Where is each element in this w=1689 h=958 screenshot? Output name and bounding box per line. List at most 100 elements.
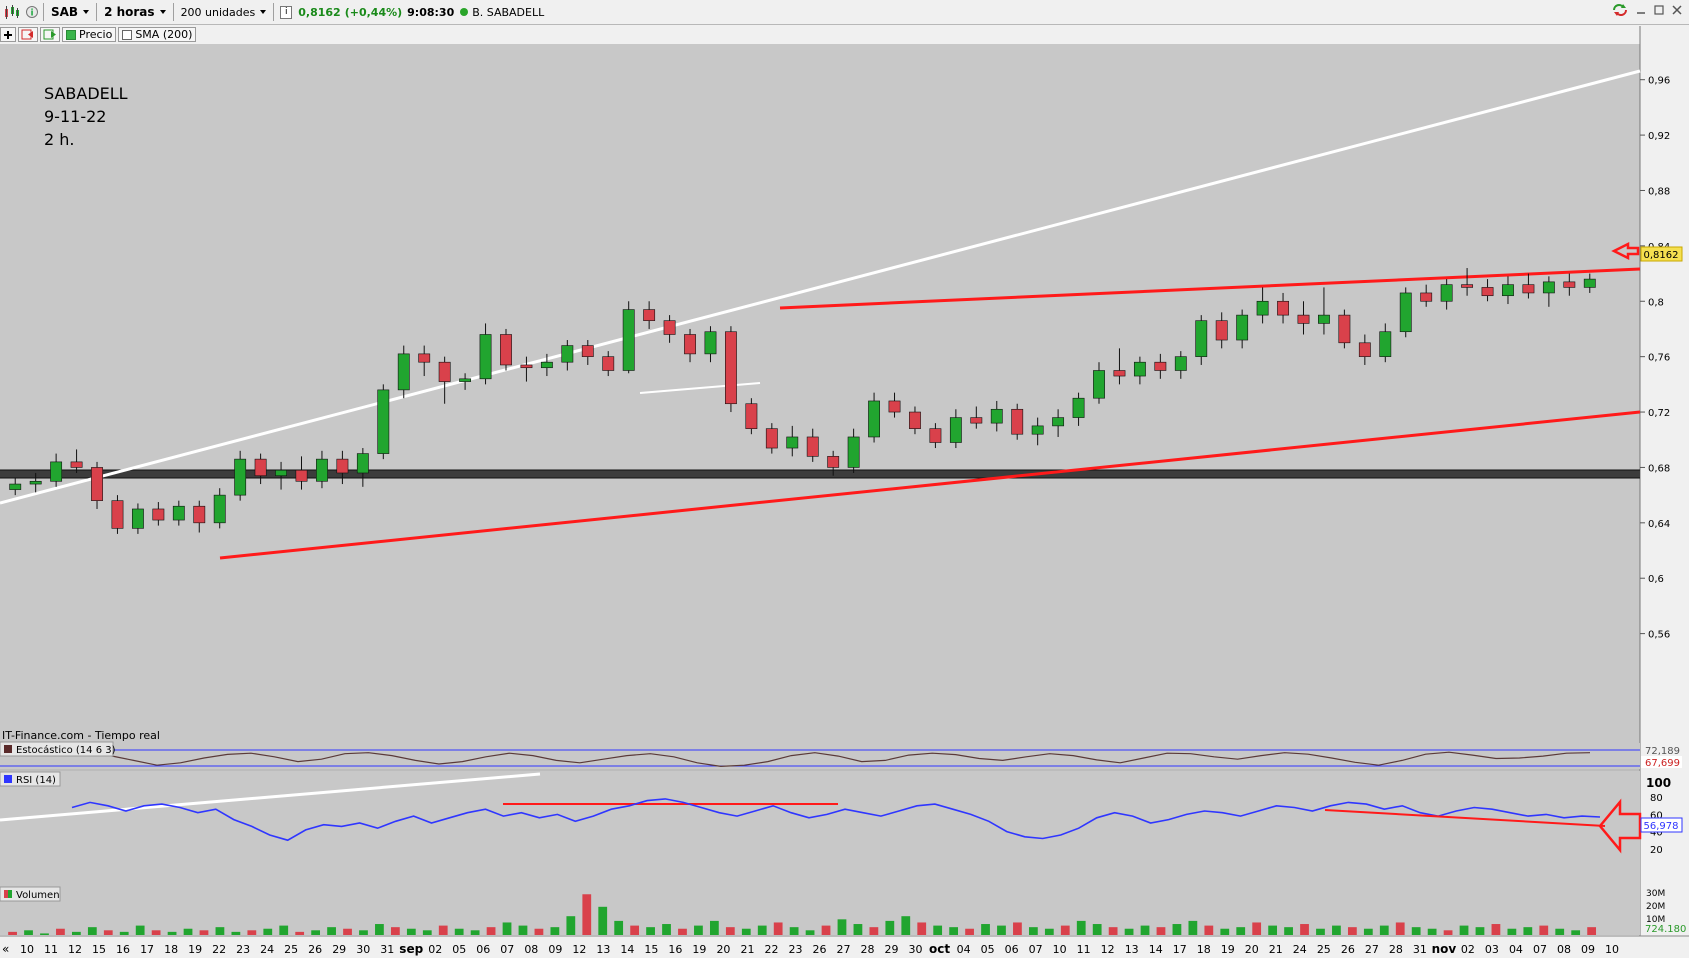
time-tick-label: 07: [1533, 943, 1547, 956]
volume-bar: [630, 925, 640, 935]
time-tick-label: 20: [716, 943, 730, 956]
price-tick-label: 0,6: [1648, 574, 1664, 585]
time-tick-label: 30: [909, 943, 923, 956]
time-tick-label: 09: [1581, 943, 1595, 956]
volume-bar: [1028, 927, 1038, 935]
candle-body: [929, 428, 942, 443]
candle-body: [1113, 370, 1126, 377]
timeframe-select[interactable]: 2 horas: [100, 3, 169, 22]
time-tick-label: 14: [1149, 943, 1163, 956]
volume-bar: [1044, 928, 1054, 935]
time-tick-label: 16: [668, 943, 682, 956]
time-tick-label: 26: [1341, 943, 1355, 956]
candle-body: [765, 428, 778, 449]
info-icon-button[interactable]: i: [24, 3, 40, 22]
chart-type-icon[interactable]: [0, 3, 24, 22]
time-tick-label: 09: [548, 943, 562, 956]
minimize-icon[interactable]: [1635, 4, 1647, 16]
candle-body: [418, 353, 431, 363]
volume-bar: [56, 928, 65, 935]
volume-bar: [1523, 927, 1533, 935]
volume-panel-bg: [0, 887, 1640, 935]
volume-bar: [1555, 928, 1565, 935]
candle-body: [725, 331, 737, 405]
volume-bar: [438, 925, 448, 935]
candle-body: [909, 411, 921, 429]
rsi-tick-label: 80: [1650, 793, 1663, 804]
candle-body: [70, 461, 83, 468]
refresh-icon[interactable]: [1611, 3, 1629, 17]
time-tick-label: 19: [188, 943, 202, 956]
time-tick-label: 26: [813, 943, 827, 956]
candle-body: [1542, 281, 1555, 294]
candle-body: [29, 480, 42, 485]
volume-bar: [1284, 927, 1293, 935]
symbol-value: SAB: [51, 5, 79, 19]
annotation-line-3: 2 h.: [44, 130, 75, 149]
volume-bar: [1571, 930, 1581, 935]
candle-body: [1031, 425, 1044, 435]
volume-bar: [1140, 925, 1150, 935]
volume-bar: [454, 928, 464, 935]
candle-body: [540, 361, 553, 369]
candle-body: [990, 408, 1003, 424]
volume-bar: [789, 927, 799, 935]
stoch-color-swatch: [4, 745, 12, 753]
volume-bar: [24, 930, 33, 935]
candle-body: [479, 334, 492, 380]
volume-bar: [1076, 920, 1086, 935]
volume-bar: [1316, 928, 1325, 935]
volume-axis: 30M20M10M: [1646, 889, 1665, 925]
rsi-tick-label: 20: [1650, 845, 1663, 856]
toolbar-divider: [273, 3, 275, 21]
time-tick-label: 20: [1245, 943, 1259, 956]
source-label: IT-Finance.com - Tiempo real: [2, 729, 160, 742]
scroll-left-button[interactable]: «: [2, 942, 9, 956]
candle-body: [50, 461, 63, 482]
volume-bar: [965, 928, 974, 935]
candle-body: [970, 417, 983, 424]
volume-bar: [1443, 930, 1453, 935]
units-select[interactable]: 200 unidades: [177, 3, 271, 22]
volume-bar: [167, 931, 177, 935]
candle-body: [1358, 342, 1371, 357]
price-tick-label: 0,56: [1648, 630, 1670, 641]
volume-bar: [1395, 922, 1405, 935]
time-tick-label: 26: [308, 943, 322, 956]
volume-bar: [183, 928, 193, 935]
volume-bar: [821, 925, 831, 935]
candle-body: [1011, 408, 1024, 435]
volume-bar: [566, 916, 576, 935]
volume-bar: [1156, 927, 1166, 935]
rsi-value: 56,978: [1644, 821, 1679, 832]
toolbar-divider: [43, 3, 44, 21]
time-tick-label: 02: [1461, 943, 1475, 956]
time-tick-label: 03: [1485, 943, 1499, 956]
volume-bar: [598, 906, 608, 935]
time-tick-label: 17: [140, 943, 154, 956]
close-icon[interactable]: [1671, 4, 1683, 16]
volume-bar: [678, 928, 687, 935]
time-tick-label: 19: [1221, 943, 1235, 956]
volume-bar: [837, 919, 847, 935]
time-tick-label: 13: [1125, 943, 1139, 956]
volume-bar: [390, 927, 400, 935]
symbol-select[interactable]: SAB: [47, 3, 93, 22]
time-tick-label: 10: [20, 943, 34, 956]
candle-body: [1379, 331, 1392, 357]
candle-body: [1072, 397, 1085, 418]
candle-body: [1420, 292, 1433, 302]
time-tick-label: 18: [1197, 943, 1211, 956]
volume-bar: [981, 924, 990, 935]
chart-area[interactable]: SABADELL 9-11-22 2 h. 0,960,920,880,840,…: [0, 26, 1689, 958]
volume-bar: [247, 930, 257, 935]
candle-body: [9, 483, 22, 490]
candle-body: [1154, 361, 1167, 371]
maximize-icon[interactable]: [1653, 4, 1665, 16]
time-tick-label: 10: [1605, 943, 1619, 956]
volume-bar: [1204, 925, 1214, 935]
volume-bar: [1347, 927, 1357, 935]
candle-body: [520, 364, 533, 369]
time-tick-label: 05: [452, 943, 466, 956]
time-tick-label: 07: [1029, 943, 1043, 956]
